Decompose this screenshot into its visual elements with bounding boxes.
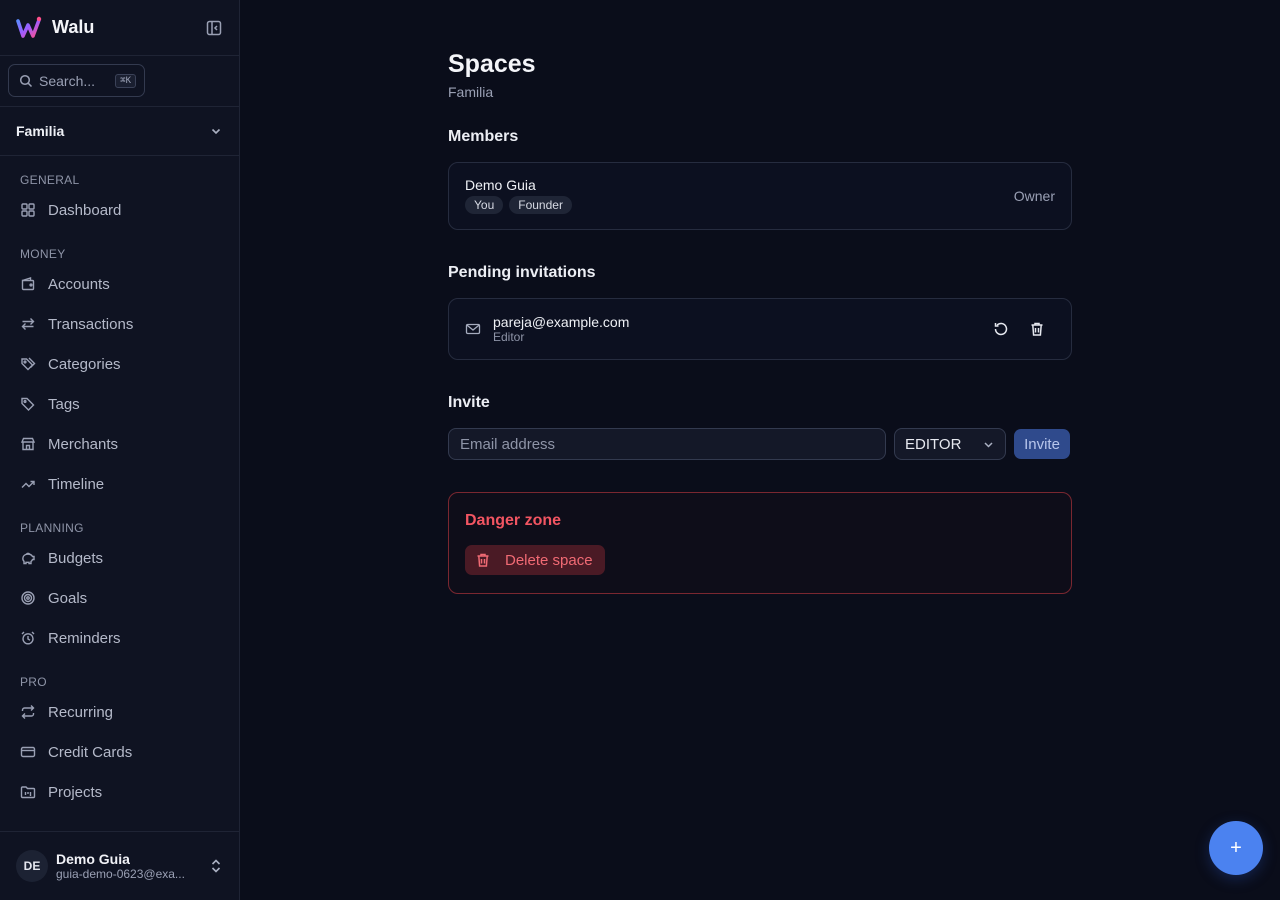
sidebar-item-label: Goals — [48, 589, 88, 607]
add-fab-button[interactable]: + — [1209, 821, 1263, 875]
sidebar-item-accounts[interactable]: Accounts — [0, 264, 239, 304]
sidebar-item-label: Merchants — [48, 435, 119, 453]
refresh-icon — [994, 322, 1008, 336]
sidebar-item-reminders[interactable]: Reminders — [0, 618, 239, 658]
sidebar-item-label: Transactions — [48, 315, 134, 333]
member-role: Owner — [1013, 188, 1055, 204]
store-icon — [20, 437, 36, 451]
user-email: guia-demo-0623@exa... — [56, 867, 185, 881]
walu-logo-icon — [16, 16, 42, 38]
badge-founder: Founder — [509, 196, 572, 214]
page-subtitle: Familia — [448, 84, 494, 100]
chevron-down-icon — [211, 128, 221, 135]
sidebar-item-transactions[interactable]: Transactions — [0, 304, 239, 344]
target-icon — [21, 591, 35, 605]
piggy-bank-icon — [22, 552, 35, 565]
chevron-down-icon — [984, 441, 993, 448]
brand-name: Walu — [52, 17, 95, 37]
sidebar-item-credit-cards[interactable]: Credit Cards — [0, 732, 239, 772]
sidebar-item-label: Budgets — [48, 549, 104, 567]
revoke-invitation-button[interactable] — [1019, 314, 1055, 344]
danger-zone-title: Danger zone — [465, 512, 562, 529]
sidebar-item-label: Timeline — [48, 475, 105, 493]
invite-role-select[interactable]: EDITOR — [894, 428, 1006, 460]
invite-heading: Invite — [448, 394, 490, 411]
sidebar-item-recurring[interactable]: Recurring — [0, 692, 239, 732]
tags-icon — [21, 357, 36, 371]
sidebar-item-merchants[interactable]: Merchants — [0, 424, 239, 464]
tag-icon — [21, 397, 35, 411]
arrows-left-right-icon — [21, 318, 35, 330]
sidebar-item-label: Categories — [48, 355, 121, 373]
invite-email-input[interactable] — [448, 428, 886, 460]
delete-space-button[interactable]: Delete space — [465, 545, 605, 575]
invite-role-value: EDITOR — [905, 435, 962, 453]
sidebar-item-label: Reminders — [48, 629, 121, 647]
sidebar-collapse-icon[interactable] — [205, 19, 223, 37]
member-name: Demo Guia — [465, 177, 536, 193]
avatar: DE — [16, 850, 48, 882]
user-menu[interactable]: DE Demo Guia guia-demo-0623@exa... — [0, 831, 239, 900]
sidebar-item-timeline[interactable]: Timeline — [0, 464, 239, 504]
dashboard-icon — [21, 203, 35, 217]
sidebar: Walu Search... ⌘K Familia GENERAL Dashbo… — [0, 0, 240, 900]
sidebar-item-tags[interactable]: Tags — [0, 384, 239, 424]
sidebar-item-label: Dashboard — [48, 201, 122, 219]
space-selector-label: Familia — [16, 123, 65, 139]
sidebar-item-dashboard[interactable]: Dashboard — [0, 190, 239, 230]
sidebar-item-projects[interactable]: Projects — [0, 772, 239, 812]
wallet-icon — [21, 277, 35, 291]
sidebar-item-goals[interactable]: Goals — [0, 578, 239, 618]
invite-button[interactable]: Invite — [1014, 429, 1070, 459]
repeat-icon — [21, 705, 35, 719]
sidebar-item-label: Tags — [48, 395, 80, 413]
nav-section-general: GENERAL — [20, 173, 80, 187]
trending-up-icon — [21, 480, 35, 488]
pending-invitations-heading: Pending invitations — [448, 264, 596, 281]
member-card: Demo Guia You Founder Owner — [448, 162, 1072, 230]
search-shortcut: ⌘K — [115, 73, 136, 88]
sidebar-item-budgets[interactable]: Budgets — [0, 538, 239, 578]
user-name: Demo Guia — [56, 851, 130, 867]
invite-form: EDITOR Invite — [448, 428, 1072, 460]
credit-card-icon — [20, 746, 36, 758]
badge-you: You — [465, 196, 504, 214]
search-placeholder: Search... — [39, 72, 96, 89]
trash-icon — [477, 553, 489, 567]
folder-kanban-icon — [20, 786, 36, 799]
invitation-role: Editor — [493, 330, 525, 344]
members-heading: Members — [448, 128, 519, 145]
alarm-clock-icon — [21, 631, 35, 645]
resend-invitation-button[interactable] — [983, 314, 1019, 344]
delete-space-label: Delete space — [505, 551, 593, 569]
sidebar-item-label: Accounts — [48, 275, 110, 293]
search-icon — [19, 74, 33, 87]
sidebar-item-categories[interactable]: Categories — [0, 344, 239, 384]
invitation-email: pareja@example.com — [493, 314, 630, 330]
nav-section-pro: PRO — [20, 675, 47, 689]
mail-icon — [465, 323, 481, 335]
sidebar-item-label: Credit Cards — [48, 743, 133, 761]
search-input[interactable]: Search... ⌘K — [8, 64, 145, 97]
pending-invitation-row: pareja@example.com Editor — [448, 298, 1072, 360]
nav-section-money: MONEY — [20, 247, 66, 261]
sidebar-nav: GENERAL Dashboard MONEY Accounts Transac… — [0, 156, 239, 812]
danger-zone: Danger zone Delete space — [448, 492, 1072, 594]
sidebar-item-label: Recurring — [48, 703, 114, 721]
sidebar-item-label: Projects — [48, 783, 103, 801]
page-title: Spaces — [448, 50, 536, 78]
nav-section-planning: PLANNING — [20, 521, 84, 535]
chevrons-up-down-icon — [211, 859, 221, 873]
space-selector[interactable]: Familia — [0, 107, 239, 156]
brand-header: Walu — [0, 0, 239, 56]
trash-icon — [1031, 322, 1043, 336]
